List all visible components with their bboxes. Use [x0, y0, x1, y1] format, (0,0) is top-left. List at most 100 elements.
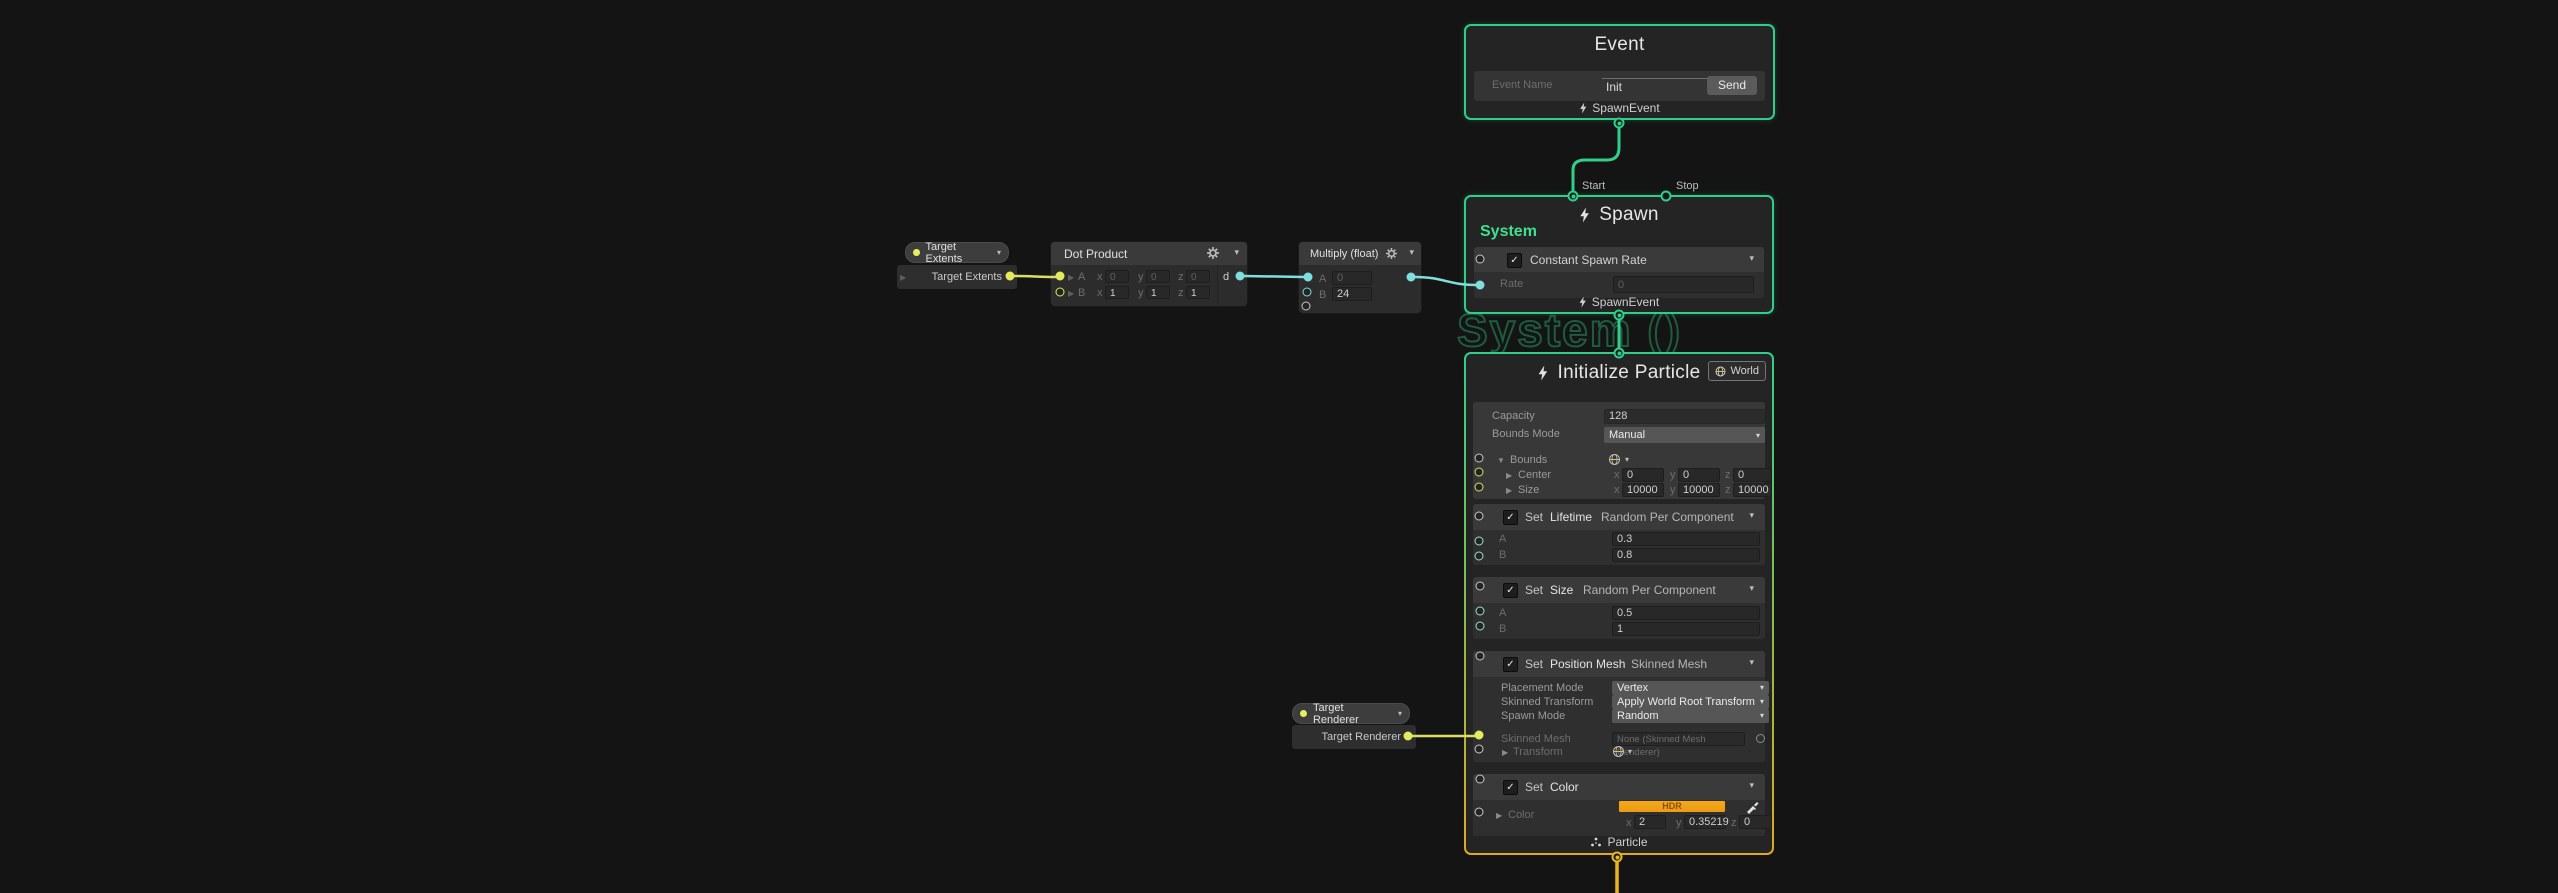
- bounds-space-globe-icon[interactable]: [1608, 453, 1621, 466]
- event-name-input[interactable]: Init: [1606, 80, 1622, 94]
- target-extents-pill[interactable]: Target Extents ▾: [905, 241, 1009, 265]
- multiply-out-port[interactable]: [1406, 272, 1416, 282]
- bounds-mode-dropdown[interactable]: Manual ▾: [1604, 427, 1765, 443]
- set-size-checkbox[interactable]: ✓: [1503, 583, 1518, 598]
- color-x-field[interactable]: 2: [1634, 815, 1666, 829]
- constant-spawn-rate-checkbox[interactable]: ✓: [1507, 253, 1522, 268]
- multiply-b-in-port[interactable]: [1302, 287, 1312, 297]
- chevron-down-icon[interactable]: ▾: [1628, 747, 1632, 756]
- center-in-port[interactable]: [1474, 467, 1484, 477]
- sizeblk-a-port[interactable]: [1475, 606, 1485, 616]
- skinned-mesh-in-port[interactable]: [1474, 730, 1484, 740]
- multiply-node[interactable]: Multiply (float) ▾ A 0 B 24: [1298, 241, 1422, 314]
- space-badge[interactable]: World: [1708, 361, 1766, 381]
- lifetime-b-port[interactable]: [1474, 551, 1484, 561]
- spawn-start-in-port[interactable]: [1567, 190, 1579, 202]
- size-y-field[interactable]: 10000: [1678, 483, 1720, 497]
- foldout-closed-icon[interactable]: ▶: [900, 273, 906, 282]
- sizeblk-block-port[interactable]: [1475, 581, 1485, 591]
- lifetime-a-field[interactable]: 0.3: [1612, 532, 1760, 546]
- chevron-down-icon[interactable]: ▾: [1234, 247, 1239, 258]
- skinned-mesh-field[interactable]: None (Skinned Mesh Renderer): [1612, 732, 1745, 758]
- constant-spawn-rate-block[interactable]: ✓ Constant Spawn Rate ▾ Rate 0: [1474, 247, 1764, 298]
- transform-space-globe-icon[interactable]: [1612, 745, 1625, 758]
- set-position-mesh-checkbox[interactable]: ✓: [1503, 657, 1518, 672]
- foldout-closed-icon[interactable]: ▶: [1506, 486, 1512, 495]
- bounds-in-port[interactable]: [1474, 453, 1484, 463]
- rate-in-port[interactable]: [1475, 280, 1485, 290]
- transform-in-port[interactable]: [1474, 744, 1484, 754]
- send-button[interactable]: Send: [1707, 76, 1757, 95]
- size-b-field[interactable]: 1: [1612, 622, 1760, 636]
- size-in-port[interactable]: [1474, 482, 1484, 492]
- multiply-a-in-port[interactable]: [1303, 272, 1313, 282]
- center-y-field[interactable]: 0: [1678, 468, 1720, 482]
- set-lifetime-block[interactable]: ✓ Set Lifetime Random Per Component ▾ A …: [1473, 504, 1765, 565]
- size-x-field[interactable]: 10000: [1622, 483, 1664, 497]
- capacity-field[interactable]: 128: [1604, 409, 1765, 424]
- chevron-down-icon[interactable]: ▾: [1409, 247, 1414, 258]
- foldout-open-icon[interactable]: ▼: [1497, 456, 1505, 465]
- set-color-block[interactable]: ✓ Set Color ▾ ▶ Color HDR x 2 y 0.35219 …: [1473, 774, 1772, 836]
- event-node[interactable]: Event Event Name Init Send SpawnEvent: [1464, 24, 1775, 120]
- event-spawnevent-out-port[interactable]: [1613, 117, 1625, 129]
- chevron-down-icon[interactable]: ▾: [1749, 510, 1754, 521]
- set-color-checkbox[interactable]: ✓: [1503, 780, 1518, 795]
- foldout-closed-icon[interactable]: ▶: [1496, 811, 1502, 820]
- dp-b-y-field[interactable]: 1: [1146, 286, 1170, 299]
- chevron-down-icon[interactable]: ▾: [1749, 657, 1754, 668]
- foldout-closed-icon[interactable]: ▶: [1506, 471, 1512, 480]
- center-z-field[interactable]: 0: [1733, 468, 1772, 482]
- dp-b-x-field[interactable]: 1: [1105, 286, 1129, 299]
- target-extents-out-port[interactable]: [1005, 271, 1015, 281]
- spawn-spawnevent-out-port[interactable]: [1613, 309, 1625, 321]
- lifetime-block-port[interactable]: [1474, 511, 1484, 521]
- dp-a-x-field[interactable]: 0: [1105, 270, 1129, 283]
- chevron-down-icon[interactable]: ▾: [1749, 780, 1754, 791]
- size-a-field[interactable]: 0.5: [1612, 606, 1760, 620]
- dp-a-in-port[interactable]: [1055, 271, 1065, 281]
- center-x-field[interactable]: 0: [1622, 468, 1664, 482]
- target-renderer-out-port[interactable]: [1403, 731, 1413, 741]
- gear-icon[interactable]: [1207, 247, 1219, 259]
- dp-b-z-field[interactable]: 1: [1186, 286, 1210, 299]
- lifetime-b-field[interactable]: 0.8: [1612, 548, 1760, 562]
- color-y-field[interactable]: 0.35219: [1684, 815, 1729, 829]
- dot-product-node[interactable]: Dot Product ▾ ▶ A x 0 y 0 z 0 ▶ B x 1 y …: [1050, 241, 1248, 307]
- chevron-down-icon[interactable]: ▾: [1625, 455, 1629, 464]
- chevron-down-icon[interactable]: ▾: [1398, 709, 1402, 718]
- skinned-transform-dropdown[interactable]: Apply World Root Transform ▾: [1612, 695, 1769, 709]
- gear-icon[interactable]: [1386, 248, 1397, 259]
- dp-a-z-field[interactable]: 0: [1186, 270, 1210, 283]
- placement-mode-dropdown[interactable]: Vertex ▾: [1612, 681, 1769, 695]
- set-lifetime-checkbox[interactable]: ✓: [1503, 510, 1518, 525]
- spawn-node[interactable]: Spawn System ✓ Constant Spawn Rate ▾ Rat…: [1464, 195, 1774, 314]
- lifetime-a-port[interactable]: [1474, 536, 1484, 546]
- sizeblk-b-port[interactable]: [1475, 621, 1485, 631]
- chevron-down-icon[interactable]: ▾: [1749, 253, 1754, 264]
- init-particle-out-port[interactable]: [1611, 851, 1623, 863]
- dp-d-out-port[interactable]: [1235, 271, 1245, 281]
- chevron-down-icon[interactable]: ▾: [997, 248, 1001, 257]
- color-z-field[interactable]: 0: [1739, 815, 1772, 829]
- chevron-down-icon[interactable]: ▾: [1749, 583, 1754, 594]
- multiply-extra-in-port[interactable]: [1301, 301, 1311, 311]
- object-picker-icon[interactable]: [1756, 734, 1765, 743]
- multiply-a-field[interactable]: 0: [1332, 271, 1372, 285]
- spawn-mode-dropdown[interactable]: Random ▾: [1612, 709, 1769, 723]
- multiply-b-field[interactable]: 24: [1332, 287, 1372, 301]
- color-block-port[interactable]: [1475, 774, 1485, 784]
- spawn-stop-in-port[interactable]: [1660, 190, 1672, 202]
- color-in-port[interactable]: [1474, 807, 1484, 817]
- rate-field[interactable]: 0: [1613, 276, 1754, 293]
- foldout-closed-icon[interactable]: ▶: [1502, 748, 1508, 757]
- eyedropper-icon[interactable]: [1745, 800, 1759, 814]
- set-size-block[interactable]: ✓ Set Size Random Per Component ▾ A 0.5 …: [1473, 577, 1765, 639]
- dp-a-y-field[interactable]: 0: [1146, 270, 1170, 283]
- posmesh-block-port[interactable]: [1475, 651, 1485, 661]
- set-position-mesh-block[interactable]: ✓ Set Position Mesh Skinned Mesh ▾ Place…: [1473, 651, 1769, 762]
- dp-b-in-port[interactable]: [1055, 287, 1065, 297]
- target-renderer-pill[interactable]: Target Renderer ▾: [1292, 702, 1410, 726]
- size-z-field[interactable]: 10000: [1733, 483, 1772, 497]
- init-in-port[interactable]: [1613, 347, 1625, 359]
